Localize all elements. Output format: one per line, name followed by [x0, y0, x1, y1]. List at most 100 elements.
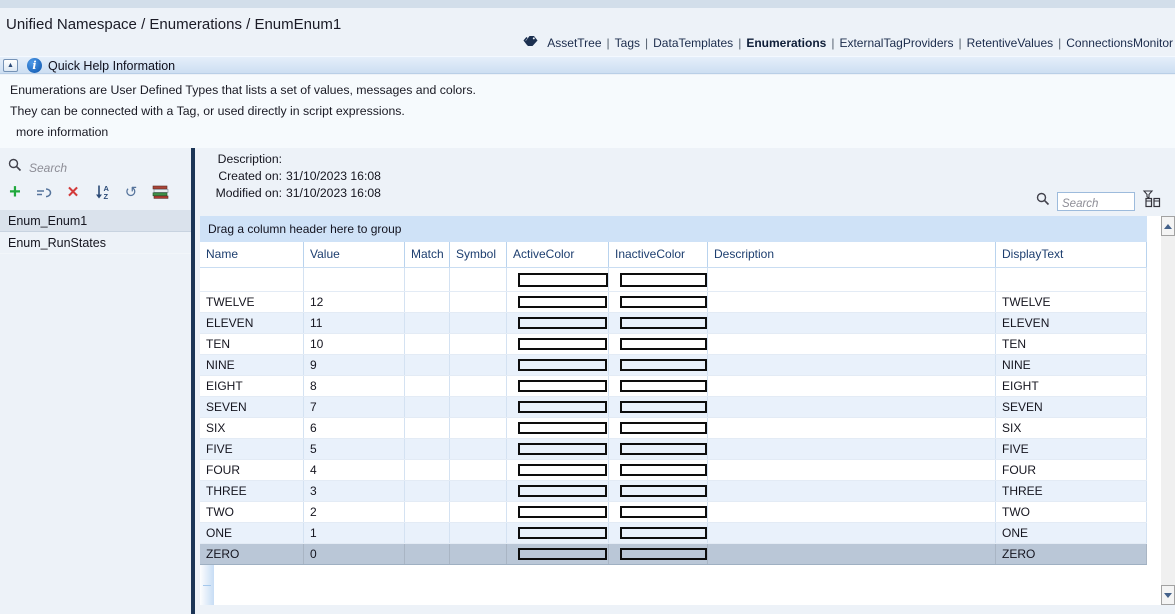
table-row[interactable]: ZERO0ZERO	[200, 544, 1147, 565]
table-row[interactable]: FIVE5FIVE	[200, 439, 1147, 460]
active-color-swatch[interactable]	[518, 359, 607, 371]
table-row[interactable]: TEN10TEN	[200, 334, 1147, 355]
cell-displaytext[interactable]: TWO	[996, 502, 1147, 522]
cell-displaytext[interactable]: SEVEN	[996, 397, 1147, 417]
cell-symbol[interactable]	[450, 397, 507, 417]
cell-inactivecolor[interactable]	[609, 313, 708, 333]
cell-symbol[interactable]	[450, 481, 507, 501]
cell-match[interactable]	[405, 502, 450, 522]
cell-description[interactable]	[708, 334, 996, 354]
cell-value[interactable]: 9	[304, 355, 405, 375]
cell-symbol[interactable]	[450, 502, 507, 522]
cell-description[interactable]	[708, 439, 996, 459]
cell-activecolor[interactable]	[507, 544, 609, 564]
inactive-color-swatch[interactable]	[620, 422, 707, 434]
active-color-swatch[interactable]	[518, 380, 607, 392]
table-row[interactable]: THREE3THREE	[200, 481, 1147, 502]
cell-displaytext[interactable]: NINE	[996, 355, 1147, 375]
cell-inactivecolor[interactable]	[609, 481, 708, 501]
cell-symbol[interactable]	[450, 544, 507, 564]
tab-externaltagproviders[interactable]: ExternalTagProviders	[839, 36, 953, 50]
cell-displaytext[interactable]: ELEVEN	[996, 313, 1147, 333]
active-color-swatch[interactable]	[518, 548, 607, 560]
column-header-symbol[interactable]: Symbol	[450, 242, 507, 267]
cell-value[interactable]: 5	[304, 439, 405, 459]
cell-value[interactable]: 0	[304, 544, 405, 564]
cell-activecolor[interactable]	[507, 334, 609, 354]
active-color-swatch[interactable]	[518, 527, 607, 539]
cell-name[interactable]: ELEVEN	[200, 313, 304, 333]
cell-symbol[interactable]	[450, 376, 507, 396]
cell-inactivecolor[interactable]	[609, 418, 708, 438]
column-header-name[interactable]: Name	[200, 242, 304, 267]
cell-match[interactable]	[405, 481, 450, 501]
inactive-color-swatch[interactable]	[620, 338, 707, 350]
cell-match[interactable]	[405, 268, 450, 291]
import-export-icon[interactable]	[151, 183, 169, 201]
cell-value[interactable]: 4	[304, 460, 405, 480]
cell-activecolor[interactable]	[507, 418, 609, 438]
cell-activecolor[interactable]	[507, 502, 609, 522]
cell-name[interactable]: FOUR	[200, 460, 304, 480]
cell-symbol[interactable]	[450, 268, 507, 291]
cell-inactivecolor[interactable]	[609, 376, 708, 396]
cell-name[interactable]: TWELVE	[200, 292, 304, 312]
cell-symbol[interactable]	[450, 355, 507, 375]
cell-symbol[interactable]	[450, 439, 507, 459]
sidebar-search-input[interactable]	[29, 161, 149, 175]
cell-description[interactable]	[708, 313, 996, 333]
cell-activecolor[interactable]	[507, 376, 609, 396]
cell-symbol[interactable]	[450, 313, 507, 333]
cell-activecolor[interactable]	[507, 268, 609, 291]
cell-activecolor[interactable]	[507, 355, 609, 375]
cell-inactivecolor[interactable]	[609, 397, 708, 417]
cell-description[interactable]	[708, 355, 996, 375]
cell-description[interactable]	[708, 481, 996, 501]
table-row[interactable]: SIX6SIX	[200, 418, 1147, 439]
table-row[interactable]: ELEVEN11ELEVEN	[200, 313, 1147, 334]
cell-value[interactable]: 7	[304, 397, 405, 417]
inactive-color-swatch[interactable]	[620, 401, 707, 413]
inactive-color-swatch[interactable]	[620, 548, 707, 560]
column-header-value[interactable]: Value	[304, 242, 405, 267]
cell-activecolor[interactable]	[507, 523, 609, 543]
column-header-inactivecolor[interactable]: InactiveColor	[609, 242, 708, 267]
inactive-color-swatch[interactable]	[620, 464, 707, 476]
cell-description[interactable]	[708, 460, 996, 480]
cell-match[interactable]	[405, 544, 450, 564]
scroll-down-button[interactable]	[1161, 585, 1175, 605]
column-header-description[interactable]: Description	[708, 242, 996, 267]
cell-displaytext[interactable]: FIVE	[996, 439, 1147, 459]
cell-activecolor[interactable]	[507, 292, 609, 312]
cell-displaytext[interactable]: TWELVE	[996, 292, 1147, 312]
table-row[interactable]: SEVEN7SEVEN	[200, 397, 1147, 418]
active-color-swatch[interactable]	[518, 273, 608, 287]
column-header-match[interactable]: Match	[405, 242, 450, 267]
cell-displaytext[interactable]: THREE	[996, 481, 1147, 501]
cell-match[interactable]	[405, 460, 450, 480]
cell-description[interactable]	[708, 544, 996, 564]
inactive-color-swatch[interactable]	[620, 485, 707, 497]
scroll-up-button[interactable]	[1161, 216, 1175, 236]
tab-assettree[interactable]: AssetTree	[547, 36, 601, 50]
cell-value[interactable]: 1	[304, 523, 405, 543]
rename-icon[interactable]	[35, 183, 53, 201]
cell-inactivecolor[interactable]	[609, 439, 708, 459]
inactive-color-swatch[interactable]	[620, 296, 707, 308]
cell-match[interactable]	[405, 355, 450, 375]
cell-name[interactable]: SEVEN	[200, 397, 304, 417]
cell-value[interactable]: 2	[304, 502, 405, 522]
cell-name[interactable]: FIVE	[200, 439, 304, 459]
cell-match[interactable]	[405, 292, 450, 312]
active-color-swatch[interactable]	[518, 443, 607, 455]
tab-connectionsmonitor[interactable]: ConnectionsMonitor	[1066, 36, 1173, 50]
cell-match[interactable]	[405, 439, 450, 459]
cell-activecolor[interactable]	[507, 439, 609, 459]
cell-name[interactable]: NINE	[200, 355, 304, 375]
cell-description[interactable]	[708, 397, 996, 417]
inactive-color-swatch[interactable]	[620, 443, 707, 455]
cell-displaytext[interactable]: TEN	[996, 334, 1147, 354]
delete-icon[interactable]: ✕	[64, 183, 82, 201]
cell-activecolor[interactable]	[507, 397, 609, 417]
cell-symbol[interactable]	[450, 418, 507, 438]
